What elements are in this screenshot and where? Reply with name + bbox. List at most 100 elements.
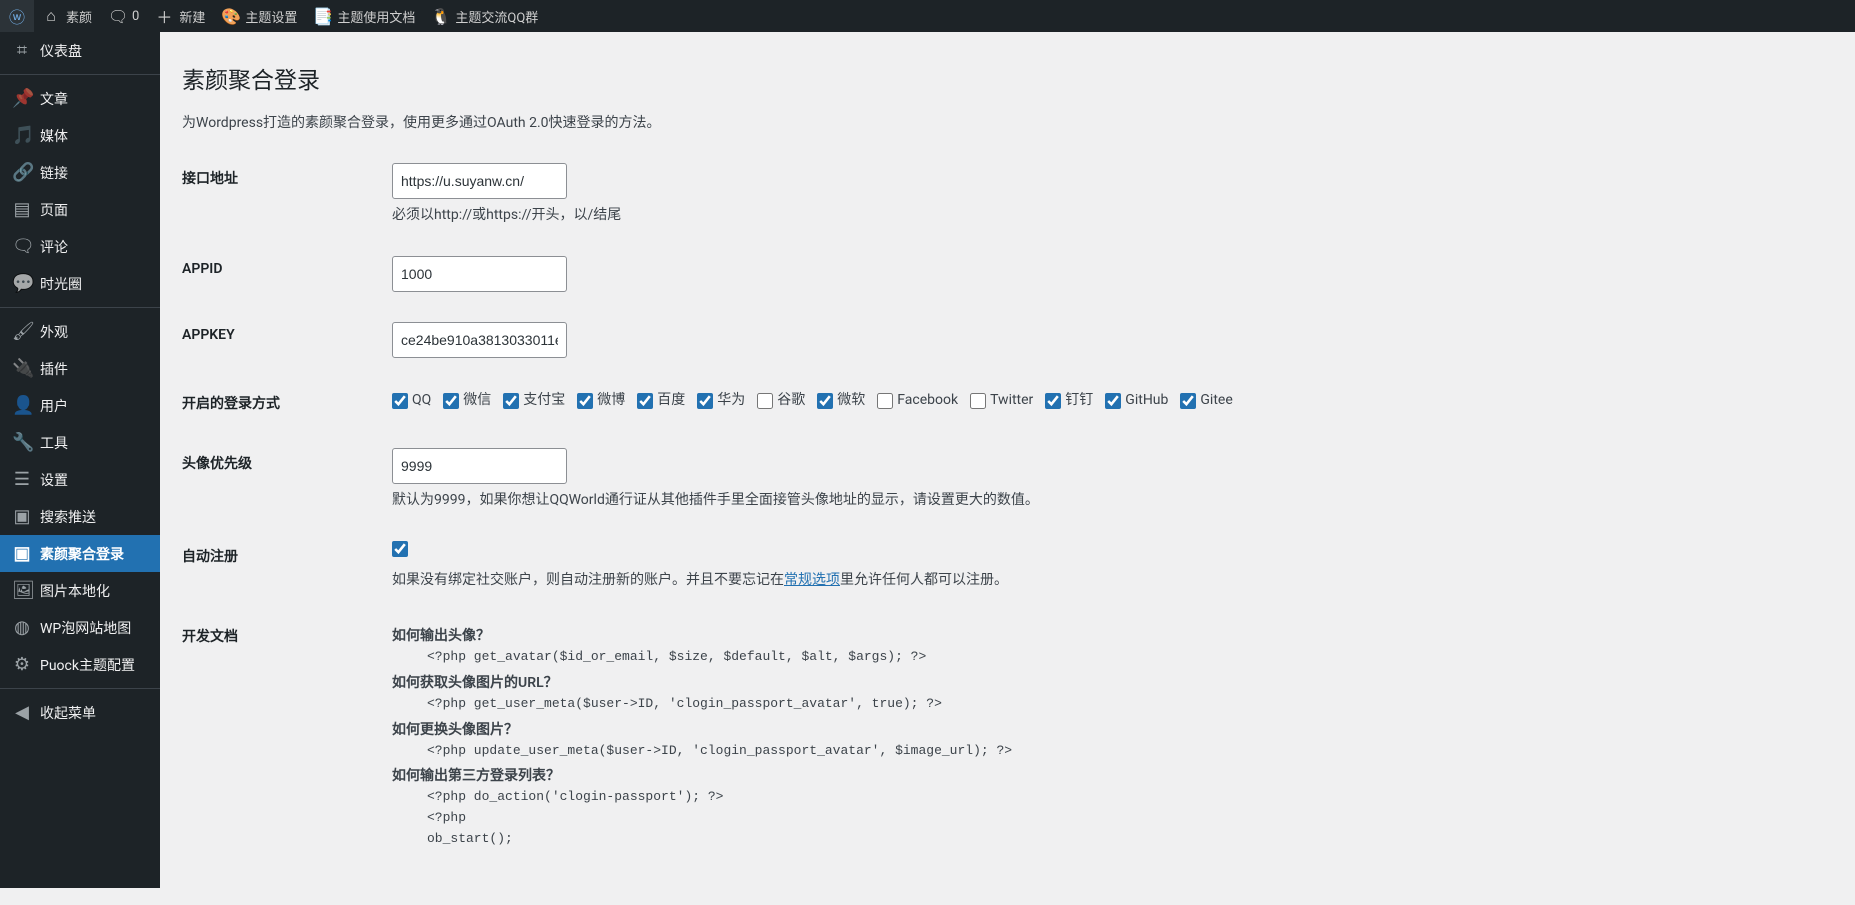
link-icon: 🔗 [12, 162, 32, 183]
menu-puock-config[interactable]: ⚙Puock主题配置 [0, 646, 160, 683]
method-microsoft[interactable]: 微软 [817, 390, 865, 411]
menu-image-local[interactable]: 🖼图片本地化 [0, 572, 160, 609]
method-gitee-checkbox[interactable] [1180, 393, 1196, 409]
menu-posts[interactable]: 📌文章 [0, 80, 160, 117]
sitemap-icon: ◍ [12, 617, 32, 638]
general-settings-link[interactable]: 常规选项 [784, 572, 840, 588]
settings-form: 接口地址 必须以http://或https://开头，以/结尾 APPID AP… [182, 148, 1815, 865]
method-gitee-label: Gitee [1200, 390, 1232, 411]
method-google[interactable]: 谷歌 [757, 390, 805, 411]
auto-register-checkbox[interactable] [392, 541, 408, 557]
menu-settings[interactable]: ☰设置 [0, 461, 160, 498]
admin-bar: ⓦ ⌂素颜 🗨0 ＋新建 🎨主题设置 📑主题使用文档 🐧主题交流QQ群 [0, 0, 1855, 32]
theme-docs-link[interactable]: 📑主题使用文档 [305, 0, 423, 32]
method-baidu-checkbox[interactable] [637, 393, 653, 409]
theme-qq-link[interactable]: 🐧主题交流QQ群 [423, 0, 546, 32]
comments-link[interactable]: 🗨0 [100, 0, 147, 32]
doc-code: <?php get_user_meta($user->ID, 'clogin_p… [392, 694, 1805, 715]
method-github[interactable]: GitHub [1105, 390, 1168, 411]
method-weibo-checkbox[interactable] [577, 393, 593, 409]
menu-links[interactable]: 🔗链接 [0, 154, 160, 191]
appkey-label: APPKEY [182, 307, 382, 373]
menu-pages[interactable]: ▤页面 [0, 191, 160, 228]
method-qq[interactable]: QQ [392, 390, 431, 411]
method-baidu-label: 百度 [657, 390, 685, 411]
plus-icon: ＋ [155, 4, 173, 28]
method-qq-label: QQ [412, 390, 431, 411]
method-wechat-checkbox[interactable] [443, 393, 459, 409]
comment-icon: 🗨 [108, 7, 126, 26]
wordpress-icon: ⓦ [8, 4, 26, 28]
docs-icon: 📑 [313, 7, 331, 26]
site-name: 素颜 [66, 7, 92, 26]
menu-plugins[interactable]: 🔌插件 [0, 350, 160, 387]
method-facebook[interactable]: Facebook [877, 390, 958, 411]
new-content-link[interactable]: ＋ 新建 [147, 0, 213, 32]
menu-tools[interactable]: 🔧工具 [0, 424, 160, 461]
method-microsoft-checkbox[interactable] [817, 393, 833, 409]
method-wechat-label: 微信 [463, 390, 491, 411]
avatar-priority-hint: 默认为9999，如果你想让QQWorld通行证从其他插件手里全面接管头像地址的显… [392, 490, 1805, 511]
new-label: 新建 [179, 7, 205, 26]
menu-users[interactable]: 👤用户 [0, 387, 160, 424]
method-wechat[interactable]: 微信 [443, 390, 491, 411]
method-alipay[interactable]: 支付宝 [503, 390, 565, 411]
page-title: 素颜聚合登录 [182, 52, 1815, 99]
comments-count: 0 [132, 9, 139, 24]
doc-code: <?php update_user_meta($user->ID, 'clogi… [392, 741, 1805, 762]
dev-docs-label: 开发文档 [182, 606, 382, 865]
doc-question: 如何获取头像图片的URL？ [392, 673, 1805, 694]
method-github-checkbox[interactable] [1105, 393, 1121, 409]
api-url-label: 接口地址 [182, 148, 382, 241]
method-facebook-label: Facebook [897, 390, 958, 411]
doc-code: ob_start(); [392, 829, 1805, 850]
appid-input[interactable] [392, 256, 567, 292]
method-microsoft-label: 微软 [837, 390, 865, 411]
doc-code: <?php [392, 808, 1805, 829]
plug-icon: 🔌 [12, 358, 32, 379]
page-icon: ▤ [12, 199, 32, 220]
menu-comments[interactable]: 🗨评论 [0, 228, 160, 265]
method-qq-checkbox[interactable] [392, 393, 408, 409]
appid-label: APPID [182, 241, 382, 307]
menu-appearance[interactable]: 🖌外观 [0, 313, 160, 350]
method-huawei-checkbox[interactable] [697, 393, 713, 409]
theme-settings-link[interactable]: 🎨主题设置 [213, 0, 305, 32]
user-icon: 👤 [12, 395, 32, 416]
method-alipay-checkbox[interactable] [503, 393, 519, 409]
menu-searchpush[interactable]: ▣搜索推送 [0, 498, 160, 535]
method-facebook-checkbox[interactable] [877, 393, 893, 409]
menu-suyan-login[interactable]: ▣素颜聚合登录 [0, 535, 160, 572]
avatar-priority-input[interactable] [392, 448, 567, 484]
method-dingtalk-checkbox[interactable] [1045, 393, 1061, 409]
login-methods-label: 开启的登录方式 [182, 373, 382, 433]
wp-logo[interactable]: ⓦ [0, 0, 34, 32]
method-huawei[interactable]: 华为 [697, 390, 745, 411]
method-twitter-checkbox[interactable] [970, 393, 986, 409]
menu-shiguangquan[interactable]: 💬时光圈 [0, 265, 160, 302]
method-baidu[interactable]: 百度 [637, 390, 685, 411]
doc-question: 如何输出第三方登录列表？ [392, 766, 1805, 787]
method-gitee[interactable]: Gitee [1180, 390, 1232, 411]
appkey-input[interactable] [392, 322, 567, 358]
method-weibo[interactable]: 微博 [577, 390, 625, 411]
method-dingtalk-label: 钉钉 [1065, 390, 1093, 411]
site-link[interactable]: ⌂素颜 [34, 0, 100, 32]
method-twitter[interactable]: Twitter [970, 390, 1033, 411]
method-google-checkbox[interactable] [757, 393, 773, 409]
menu-dashboard[interactable]: ⌗仪表盘 [0, 32, 160, 69]
method-dingtalk[interactable]: 钉钉 [1045, 390, 1093, 411]
api-url-hint: 必须以http://或https://开头，以/结尾 [392, 205, 1805, 226]
slider-icon: ☰ [12, 469, 32, 490]
method-github-label: GitHub [1125, 390, 1168, 411]
collapse-icon: ◀ [12, 702, 32, 723]
admin-menu: ⌗仪表盘 📌文章 🎵媒体 🔗链接 ▤页面 🗨评论 💬时光圈 🖌外观 🔌插件 👤用… [0, 32, 160, 888]
brush-icon: 🖌 [12, 321, 32, 342]
method-weibo-label: 微博 [597, 390, 625, 411]
method-huawei-label: 华为 [717, 390, 745, 411]
menu-media[interactable]: 🎵媒体 [0, 117, 160, 154]
menu-collapse[interactable]: ◀收起菜单 [0, 694, 160, 731]
api-url-input[interactable] [392, 163, 567, 199]
menu-wp-sitemap[interactable]: ◍WP泡网站地图 [0, 609, 160, 646]
media-icon: 🎵 [12, 125, 32, 146]
